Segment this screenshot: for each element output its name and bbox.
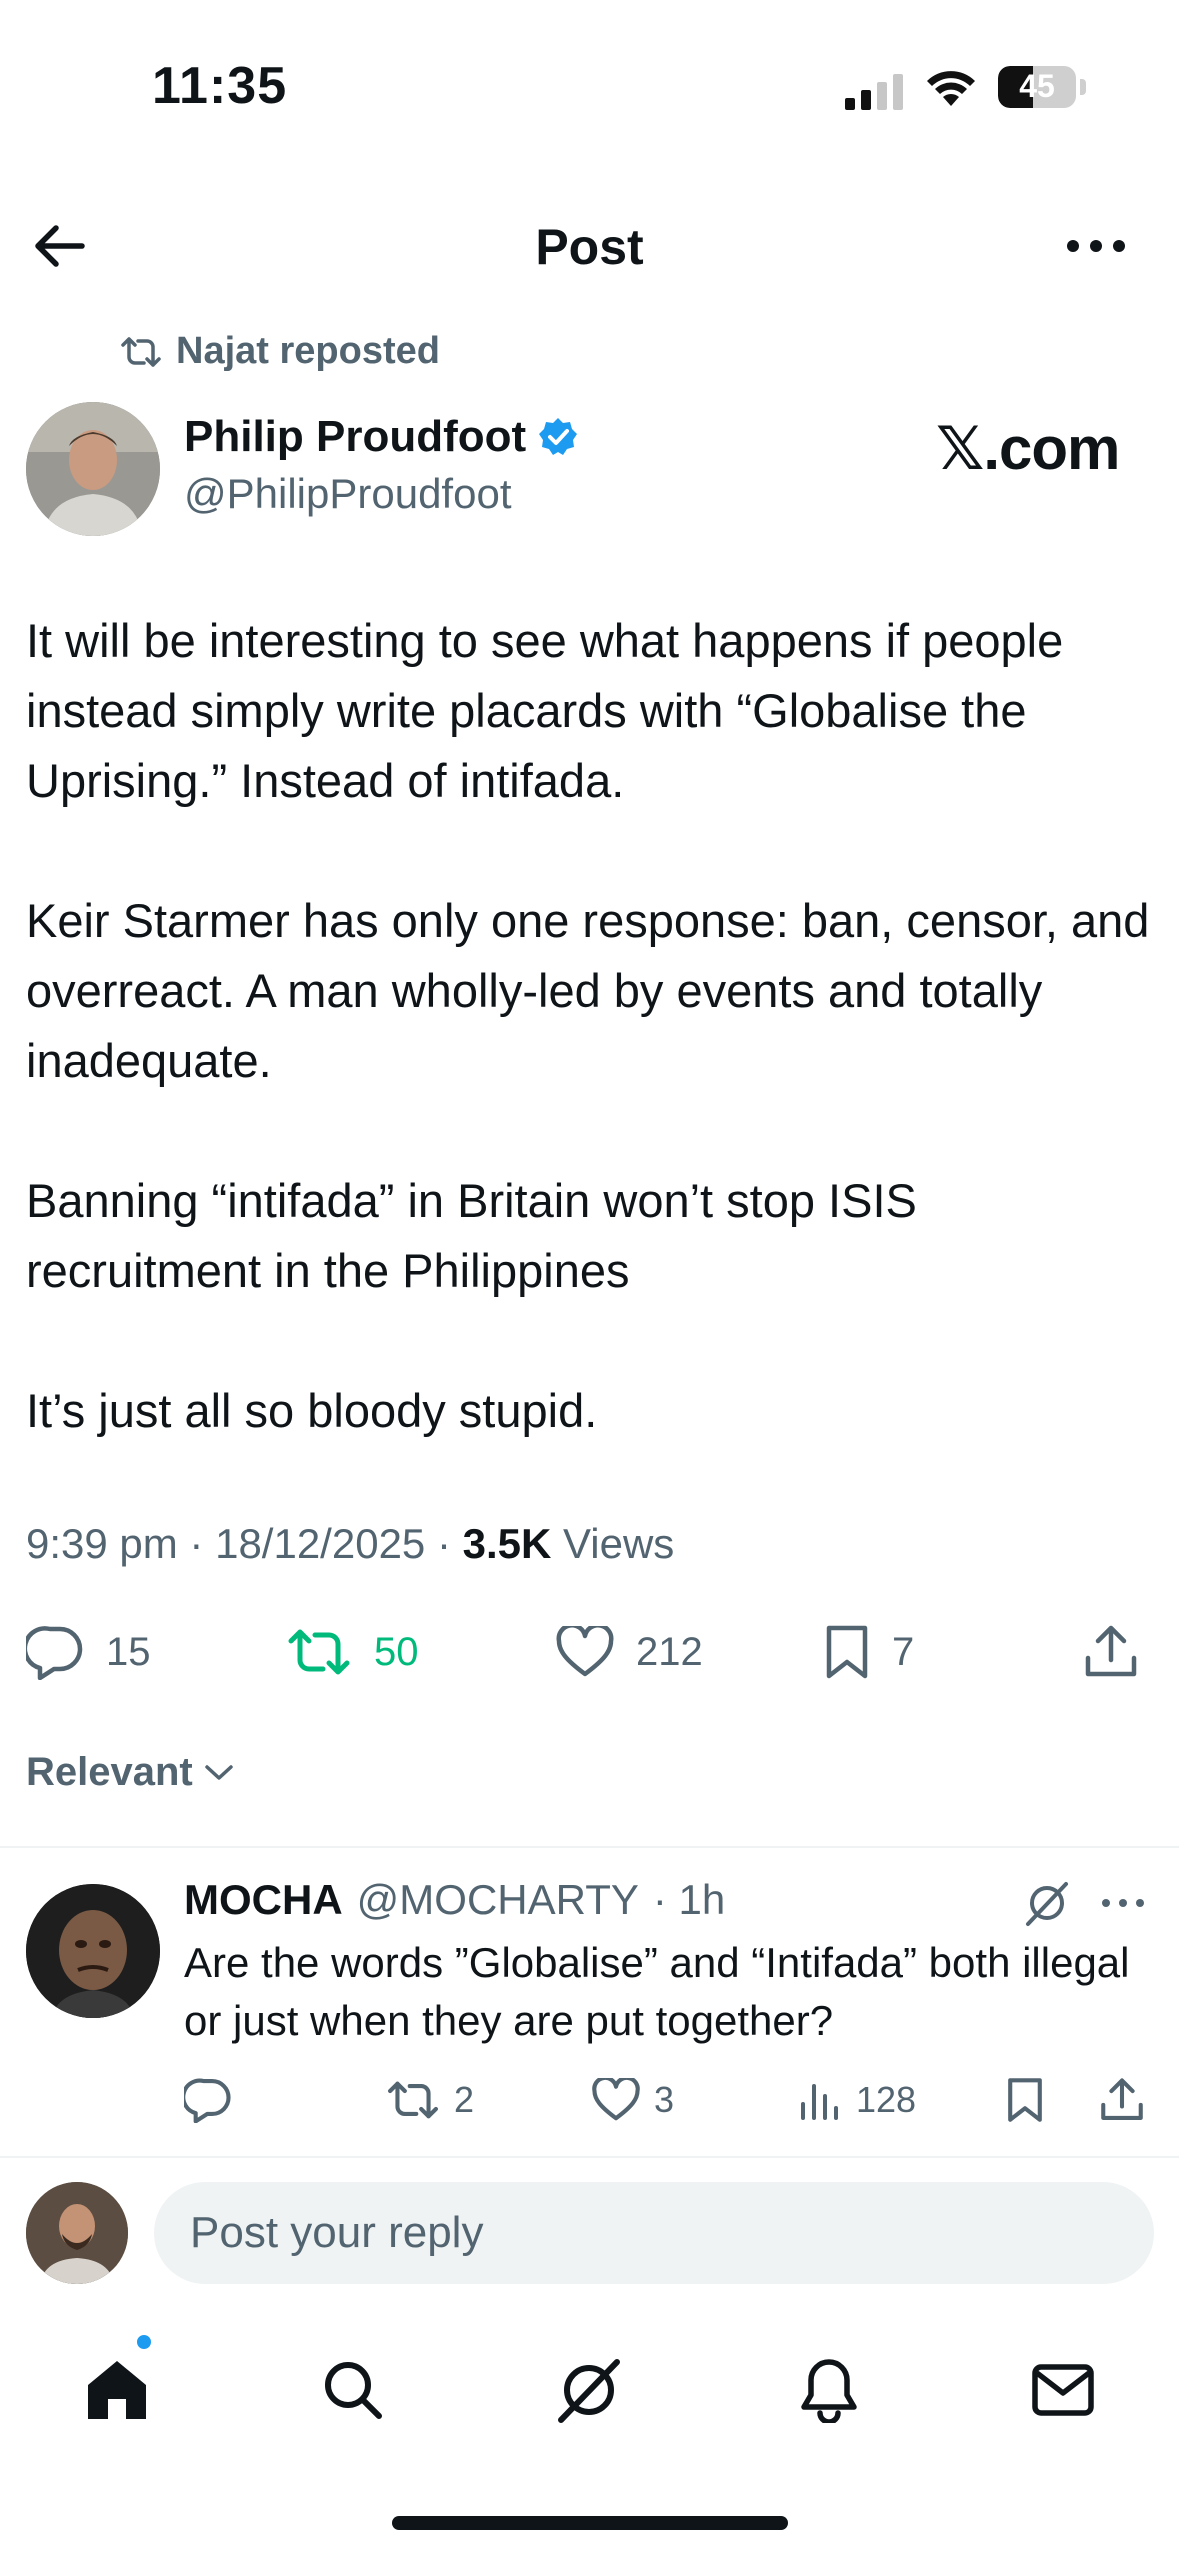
tab-search[interactable] — [298, 2330, 408, 2450]
grok-icon[interactable] — [1022, 1878, 1072, 1928]
sort-dropdown[interactable]: Relevant — [26, 1750, 235, 1795]
share-icon — [1101, 2078, 1143, 2120]
tab-messages[interactable] — [1008, 2330, 1118, 2450]
repost-icon — [288, 1629, 350, 1675]
divider — [0, 1846, 1179, 1848]
repost-icon — [388, 2081, 438, 2119]
post-actions: 15 50 212 7 — [0, 1612, 1179, 1692]
repost-count: 50 — [374, 1629, 419, 1674]
views-label: Views — [551, 1520, 675, 1567]
home-icon — [88, 2361, 146, 2419]
reply-views-count: 128 — [856, 2079, 917, 2120]
status-time: 11:35 — [152, 57, 288, 115]
header: Post — [0, 190, 1179, 300]
more-options-button[interactable] — [1056, 210, 1136, 282]
heart-icon — [556, 1626, 614, 1677]
author-avatar-image — [26, 402, 160, 536]
author-handle[interactable]: @PhilipProudfoot — [184, 470, 512, 518]
author-name: Philip Proudfoot — [184, 412, 527, 461]
reply-repost-button[interactable]: 2 — [386, 2062, 474, 2138]
page-title: Post — [535, 219, 644, 275]
like-count: 212 — [636, 1629, 703, 1674]
heart-icon — [592, 2078, 640, 2121]
x-com-watermark: 𝕏.com — [936, 415, 1120, 482]
post-meta: 9:39 pm · 18/12/2025 · 3.5K Views — [26, 1520, 674, 1568]
repost-indicator[interactable]: Najat reposted — [120, 330, 440, 373]
reply-button[interactable]: 15 — [26, 1612, 151, 1692]
reply-share-button[interactable] — [1100, 2062, 1144, 2138]
tab-notifications[interactable] — [774, 2330, 884, 2450]
grok-icon — [558, 2359, 620, 2423]
reply-repost-count: 2 — [454, 2079, 475, 2120]
home-notification-dot — [134, 2332, 154, 2352]
reply-like-button[interactable]: 3 — [592, 2062, 674, 2138]
reply-views-button[interactable]: 128 — [798, 2062, 916, 2138]
verified-badge-icon — [539, 418, 578, 455]
current-user-avatar-image — [26, 2182, 128, 2284]
bell-icon — [801, 2359, 857, 2423]
reply-icon — [184, 2078, 231, 2123]
tab-grok[interactable] — [534, 2330, 644, 2450]
bookmark-icon — [826, 1625, 868, 1679]
reply-reply-button[interactable] — [184, 2062, 232, 2138]
reply-bookmark-button[interactable] — [1006, 2062, 1044, 2138]
more-horizontal-icon — [1067, 240, 1125, 252]
home-indicator — [392, 2516, 788, 2530]
more-horizontal-icon — [1102, 1899, 1144, 1907]
views-icon — [801, 2084, 838, 2120]
reply-input[interactable] — [154, 2182, 1154, 2284]
post-paragraph: It will be interesting to see what happe… — [26, 614, 1064, 807]
reply-avatar[interactable] — [26, 1884, 160, 2018]
bottom-tab-bar — [0, 2330, 1179, 2450]
search-icon — [325, 2362, 382, 2419]
wifi-icon — [927, 71, 975, 106]
repost-icon — [121, 336, 161, 367]
reply-actions: 2 3 128 — [0, 2062, 1179, 2138]
divider — [0, 2156, 1179, 2158]
author-name-row[interactable]: Philip Proudfoot — [184, 412, 578, 462]
reply-more-button[interactable] — [1098, 1878, 1148, 1928]
author-avatar[interactable] — [26, 402, 160, 536]
reply-count: 15 — [106, 1629, 151, 1674]
reply-author-name[interactable]: MOCHA — [184, 1876, 343, 1924]
battery-indicator: 45 — [998, 66, 1076, 108]
reply-header: MOCHA @MOCHARTY · 1h — [184, 1876, 725, 1924]
reply-avatar-image — [26, 1884, 160, 2018]
reply-time: · 1h — [652, 1876, 726, 1923]
share-button[interactable] — [1084, 1612, 1138, 1692]
post-timestamp: 9:39 pm · 18/12/2025 · — [26, 1520, 463, 1567]
cellular-signal-icon — [845, 74, 903, 110]
views-count[interactable]: 3.5K — [463, 1520, 552, 1567]
bookmark-button[interactable]: 7 — [824, 1612, 914, 1692]
repost-button[interactable]: 50 — [286, 1612, 419, 1692]
tab-home[interactable] — [62, 2330, 172, 2450]
bookmark-count: 7 — [892, 1629, 915, 1674]
reply-icon — [26, 1626, 83, 1680]
status-bar: 11:35 45 — [0, 0, 1179, 170]
post-paragraph: Banning “intifada” in Britain won’t stop… — [26, 1174, 917, 1297]
post-paragraph: Keir Starmer has only one response: ban,… — [26, 894, 1150, 1087]
battery-cap — [1080, 79, 1086, 95]
sort-label: Relevant — [26, 1750, 193, 1794]
reply-like-count: 3 — [654, 2079, 675, 2120]
post-paragraph: It’s just all so bloody stupid. — [26, 1384, 598, 1437]
post-body: It will be interesting to see what happe… — [26, 606, 1156, 1516]
reply-text: Are the words ”Globalise” and “Intifada”… — [184, 1939, 1130, 2044]
share-icon — [1085, 1625, 1137, 1677]
bookmark-icon — [1008, 2078, 1042, 2122]
chevron-down-icon — [205, 1764, 233, 1780]
mail-icon — [1032, 2364, 1094, 2416]
like-button[interactable]: 212 — [556, 1612, 703, 1692]
reply-author-handle[interactable]: @MOCHARTY — [357, 1876, 639, 1924]
current-user-avatar[interactable] — [26, 2182, 128, 2284]
repost-label: Najat reposted — [176, 330, 440, 372]
battery-level: 45 — [1019, 68, 1055, 104]
